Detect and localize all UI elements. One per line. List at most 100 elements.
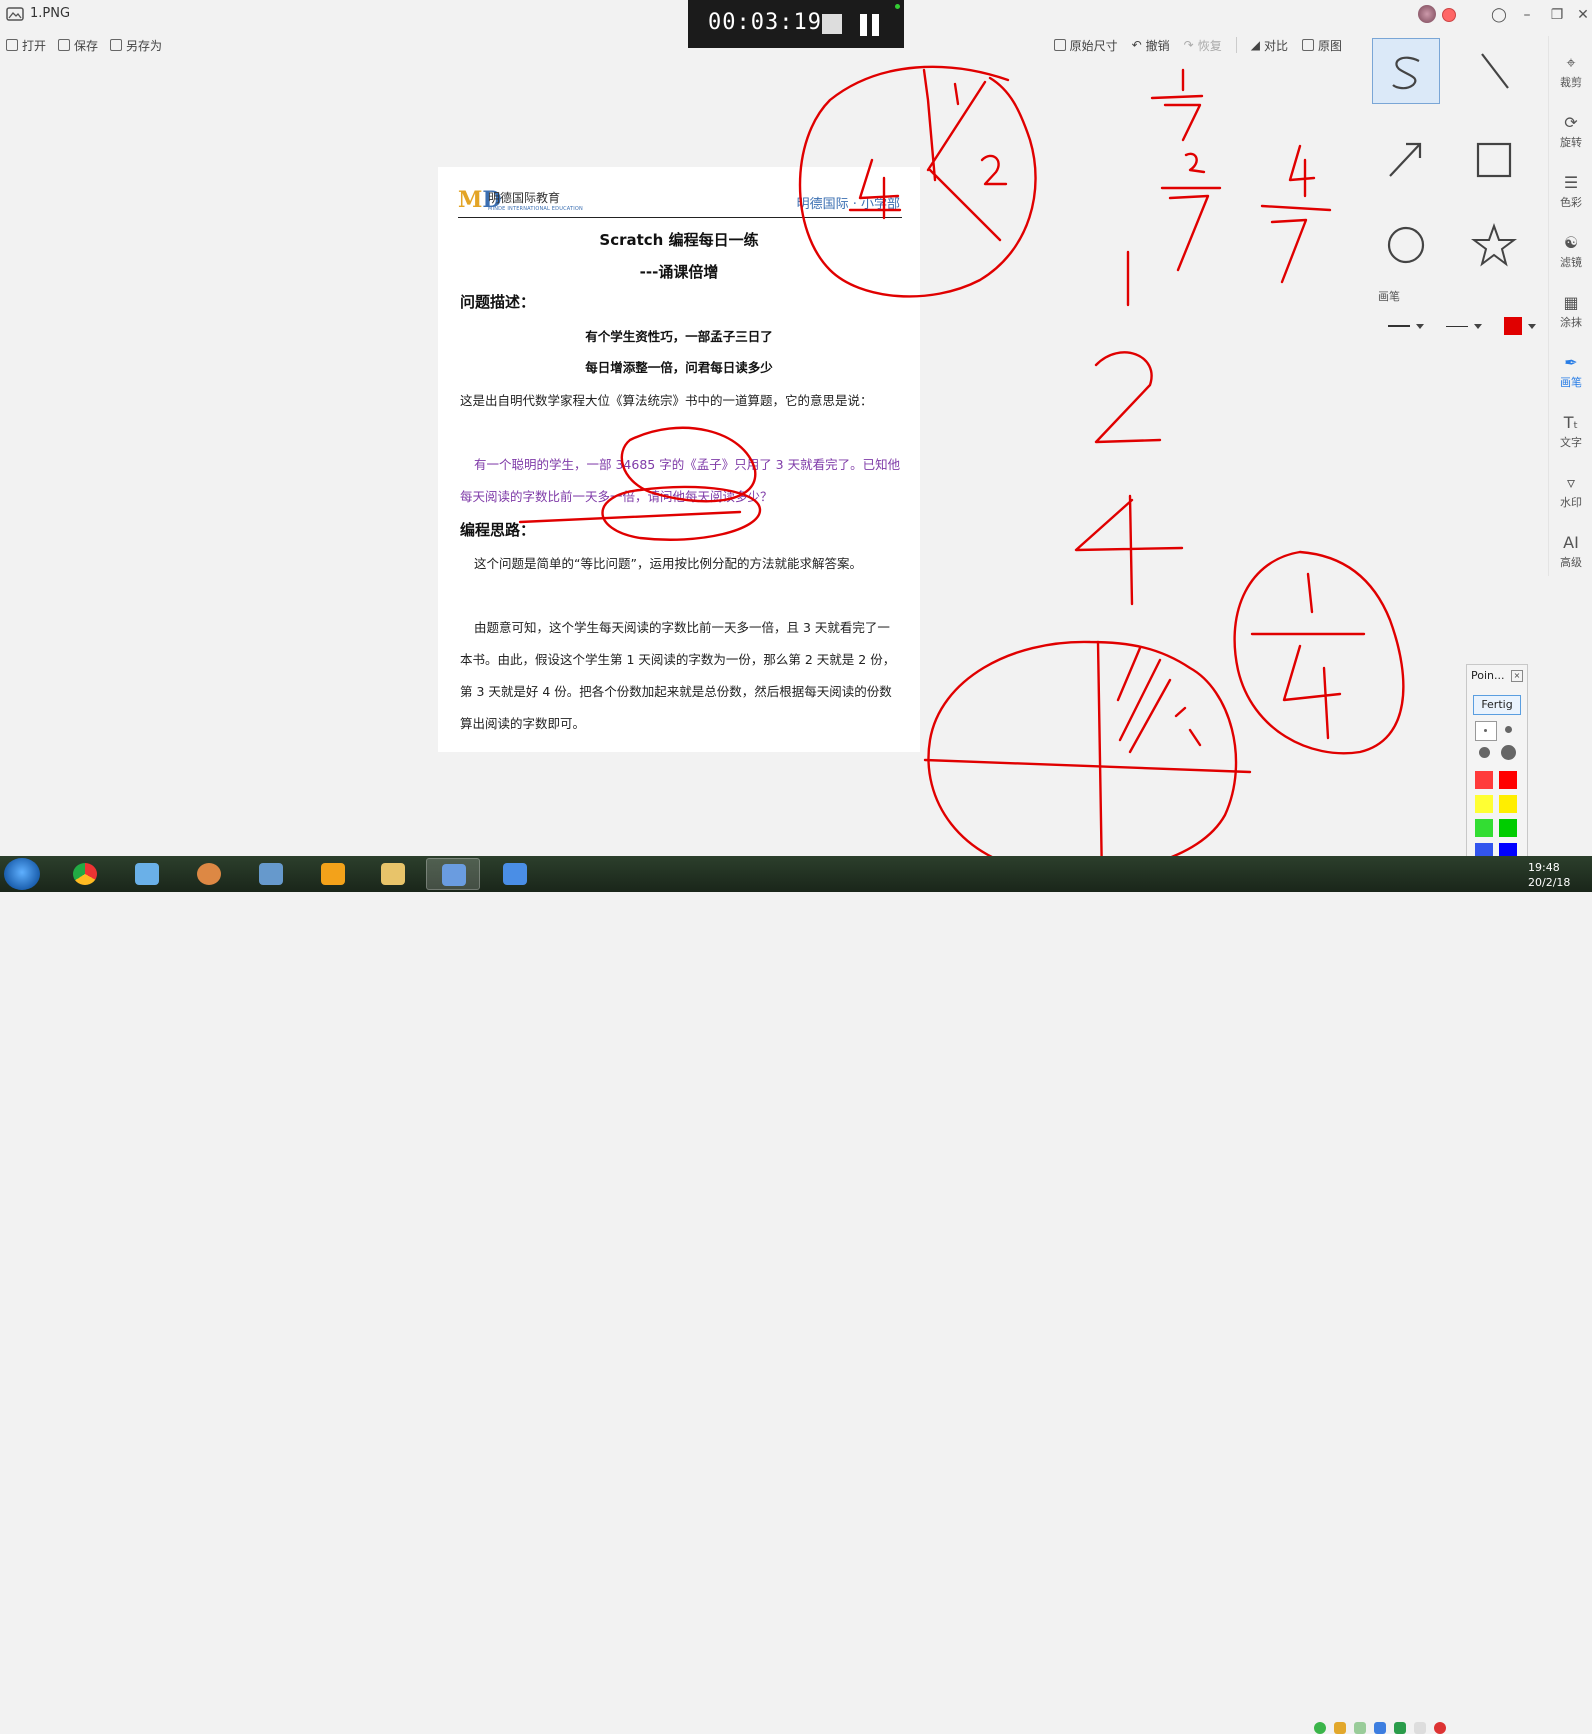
original-image-button[interactable]: 原图: [1301, 37, 1342, 54]
ink-frac-2-7-den: [1168, 194, 1210, 272]
tray-message-icon[interactable]: [1414, 1722, 1426, 1734]
vip-badge-icon[interactable]: [1442, 8, 1456, 22]
sidebar-item-rotate[interactable]: ⟳ 旋转: [1549, 114, 1592, 150]
ink-digit-2: [1094, 351, 1162, 444]
taskbar-image-editor[interactable]: [426, 858, 480, 890]
taskbar-explorer[interactable]: [366, 858, 420, 890]
pen-settings-label: 画笔: [1378, 290, 1400, 303]
sidebar-item-label: 高级: [1560, 556, 1582, 569]
minimize-button[interactable]: –: [1514, 4, 1540, 26]
save-button[interactable]: 保存: [58, 34, 98, 56]
logo-subtext: MINDE INTERNATIONAL EDUCATION: [488, 206, 583, 212]
smudge-icon: ▦: [1563, 293, 1579, 312]
ink-quarter-1: [1306, 572, 1314, 614]
sidebar-item-advanced[interactable]: AI 高级: [1549, 534, 1592, 570]
tray-antivirus-icon[interactable]: [1434, 1722, 1446, 1734]
ink-frac-4-7-den: [1270, 218, 1308, 284]
line-tool[interactable]: [1460, 38, 1528, 104]
ink-circle-quarter: [1233, 550, 1405, 755]
sidebar-item-color[interactable]: ☰ 色彩: [1549, 174, 1592, 210]
feedback-icon[interactable]: ◯: [1486, 4, 1512, 26]
system-clock[interactable]: 19:48 20/2/18: [1528, 860, 1570, 890]
ink-bottom-hline: [923, 758, 1252, 774]
star-tool[interactable]: [1460, 212, 1528, 278]
stroke-style-dropdown[interactable]: [1446, 314, 1482, 338]
paragraph-problem: 有一个聪明的学生，一部 34685 字的《孟子》只用了 3 天就看完了。已知他每…: [460, 449, 902, 513]
tray-bluetooth-icon[interactable]: [1374, 1722, 1386, 1734]
pen-size-small[interactable]: [1475, 721, 1497, 741]
pointer-color-swatch[interactable]: [1499, 795, 1517, 813]
pause-recording-button[interactable]: [860, 14, 880, 36]
arrow-tool[interactable]: [1372, 126, 1440, 192]
pointer-color-swatch[interactable]: [1499, 819, 1517, 837]
image-editor-icon: [442, 864, 466, 886]
tray-shield-icon[interactable]: [1334, 1722, 1346, 1734]
sidebar-item-crop[interactable]: ⌖ 裁剪: [1549, 54, 1592, 90]
text-icon: Tₜ: [1563, 413, 1579, 432]
sidebar-item-brush[interactable]: ✒ 画笔: [1549, 354, 1592, 390]
tray-sync-icon[interactable]: [1394, 1722, 1406, 1734]
stop-recording-button[interactable]: [822, 14, 842, 34]
ink-bottom-hatch: [1116, 646, 1202, 754]
sidebar-item-text[interactable]: Tₜ 文字: [1549, 414, 1592, 450]
tray-network-icon[interactable]: [1314, 1722, 1326, 1734]
star-icon: [1471, 223, 1517, 267]
curve-pen-tool[interactable]: [1372, 38, 1440, 104]
ink-digit-4: [1074, 494, 1184, 606]
original-image-label: 原图: [1317, 38, 1342, 53]
paragraph-solution: 由题意可知，这个学生每天阅读的字数比前一天多一倍，且 3 天就看完了一本书。由此…: [460, 612, 902, 740]
brush-icon: ✒: [1564, 353, 1578, 372]
folder-icon: [381, 863, 405, 885]
rectangle-icon: [1476, 142, 1512, 178]
folder-icon: [6, 39, 18, 51]
taskbar-chrome[interactable]: [58, 858, 112, 890]
maximize-button[interactable]: ❐: [1544, 4, 1570, 26]
open-button[interactable]: 打开: [6, 34, 46, 56]
close-button[interactable]: ✕: [1570, 4, 1592, 26]
pen-size-large[interactable]: [1479, 747, 1490, 758]
open-label: 打开: [22, 38, 47, 53]
pen-size-xlarge[interactable]: [1501, 745, 1516, 760]
sidebar-item-smudge[interactable]: ▦ 涂抹: [1549, 294, 1592, 330]
user-avatar[interactable]: [1418, 5, 1436, 23]
close-icon[interactable]: ×: [1511, 670, 1523, 682]
image-viewer-icon: [6, 7, 24, 21]
done-button[interactable]: Fertig: [1473, 695, 1521, 715]
rectangle-tool[interactable]: [1460, 126, 1528, 192]
taskbar-snipping-tool[interactable]: [182, 858, 236, 890]
sidebar-item-label: 涂抹: [1560, 316, 1582, 329]
pointer-color-swatch[interactable]: [1475, 795, 1493, 813]
compare-button[interactable]: ◢ 对比: [1251, 37, 1288, 54]
save-as-button[interactable]: 另存为: [110, 34, 162, 56]
whiteboard-icon: [503, 863, 527, 885]
pointer-color-swatch[interactable]: [1475, 771, 1493, 789]
file-toolbar: 打开 保存 另存为: [6, 34, 162, 56]
section-problem-heading: 问题描述：: [460, 293, 536, 311]
taskbar-app-orange[interactable]: [306, 858, 360, 890]
undo-button[interactable]: ↶ 撤销: [1132, 37, 1170, 54]
redo-button[interactable]: ↷ 恢复: [1184, 37, 1222, 54]
pointer-panel-title: Poin...: [1471, 669, 1505, 682]
arrow-icon: [1389, 142, 1422, 177]
stroke-width-dropdown[interactable]: [1388, 314, 1424, 338]
circle-tool[interactable]: [1372, 212, 1440, 278]
ink-bottom-vline: [1096, 640, 1104, 882]
save-as-label: 另存为: [126, 38, 163, 53]
save-icon: [58, 39, 71, 51]
sidebar-item-watermark[interactable]: ▿ 水印: [1549, 474, 1592, 510]
pointer-color-swatch[interactable]: [1499, 771, 1517, 789]
pointer-color-swatch[interactable]: [1475, 819, 1493, 837]
document-header: MD 明德国际教育 MINDE INTERNATIONAL EDUCATION …: [458, 187, 902, 218]
taskbar-control-panel[interactable]: [120, 858, 174, 890]
start-button[interactable]: [4, 858, 40, 890]
original-size-button[interactable]: 原始尺寸: [1053, 37, 1118, 54]
taskbar-whiteboard[interactable]: [488, 858, 542, 890]
tray-app-icon[interactable]: [1354, 1722, 1366, 1734]
taskbar-photo-viewer[interactable]: [244, 858, 298, 890]
recording-indicator-icon: [895, 4, 900, 9]
photo-viewer-icon: [259, 863, 283, 885]
pen-color-dropdown[interactable]: [1504, 314, 1536, 338]
paragraph-problem-text: 有一个聪明的学生，一部 34685 字的《孟子》只用了 3 天就看完了。已知他每…: [460, 457, 901, 504]
pen-size-medium[interactable]: [1505, 726, 1512, 733]
sidebar-item-filter[interactable]: ☯ 滤镜: [1549, 234, 1592, 270]
